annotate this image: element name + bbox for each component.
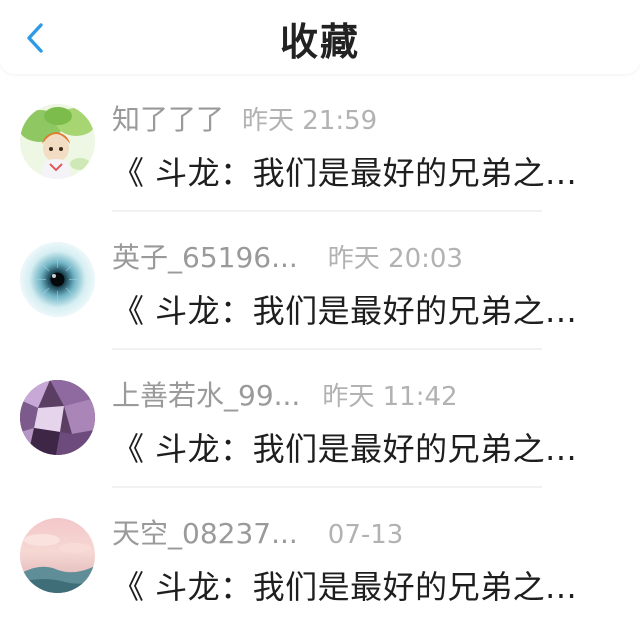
timestamp: 昨天 11:42 [322, 382, 458, 412]
favorites-screen: 收藏 知了了了 昨天 21:59 《 斗龙：我们是最好的兄弟之... 英子_65… [0, 0, 640, 623]
timestamp: 昨天 20:03 [327, 244, 463, 274]
user-name[interactable]: 上善若水_99... [112, 374, 300, 414]
list-item[interactable]: 上善若水_99... 昨天 11:42 《 斗龙：我们是最好的兄弟之... [0, 350, 640, 488]
item-meta: 天空_08237... 07-13 [112, 512, 404, 550]
item-meta: 上善若水_99... 昨天 11:42 [112, 374, 458, 412]
post-title[interactable]: 《 斗龙：我们是最好的兄弟之... [112, 562, 612, 608]
post-title[interactable]: 《 斗龙：我们是最好的兄弟之... [112, 148, 612, 194]
anime-girl-avatar-icon [20, 104, 95, 179]
avatar[interactable] [20, 518, 95, 593]
list-item[interactable]: 英子_65196... 昨天 20:03 《 斗龙：我们是最好的兄弟之... [0, 212, 640, 350]
user-name[interactable]: 天空_08237... [112, 512, 298, 552]
item-meta: 知了了了 昨天 21:59 [112, 98, 378, 136]
sunset-sky-avatar-icon [20, 518, 95, 593]
item-meta: 英子_65196... 昨天 20:03 [112, 236, 463, 274]
list-item[interactable]: 知了了了 昨天 21:59 《 斗龙：我们是最好的兄弟之... [0, 74, 640, 212]
favorites-list: 知了了了 昨天 21:59 《 斗龙：我们是最好的兄弟之... 英子_65196… [0, 74, 640, 623]
purple-flower-avatar-icon [20, 380, 95, 455]
user-name[interactable]: 知了了了 [112, 98, 224, 138]
page-title: 收藏 [279, 20, 360, 64]
avatar[interactable] [20, 104, 95, 179]
list-item[interactable]: 天空_08237... 07-13 《 斗龙：我们是最好的兄弟之... [0, 488, 640, 623]
timestamp: 昨天 21:59 [242, 106, 378, 136]
avatar[interactable] [20, 380, 95, 455]
user-name[interactable]: 英子_65196... [112, 236, 298, 276]
timestamp: 07-13 [327, 520, 404, 550]
avatar[interactable] [20, 242, 95, 317]
post-title[interactable]: 《 斗龙：我们是最好的兄弟之... [112, 286, 612, 332]
post-title[interactable]: 《 斗龙：我们是最好的兄弟之... [112, 424, 612, 470]
header-bar: 收藏 [0, 0, 640, 74]
eye-avatar-icon [20, 242, 95, 317]
